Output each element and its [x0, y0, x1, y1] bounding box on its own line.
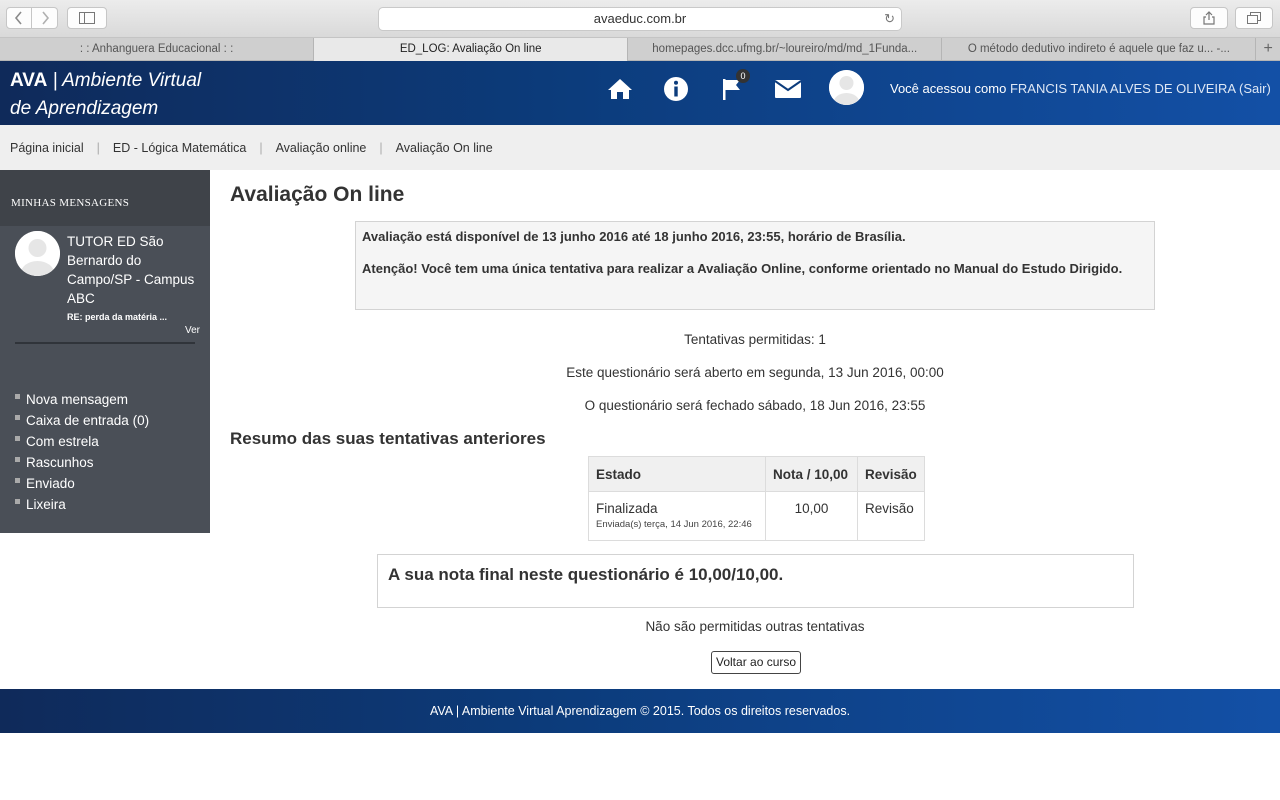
messages-menu: Nova mensagem Caixa de entrada (0) Com e… [15, 389, 149, 515]
final-grade-box: A sua nota final neste questionário é 10… [377, 554, 1134, 608]
menu-trash[interactable]: Lixeira [15, 494, 149, 515]
tabs-icon [1247, 12, 1261, 24]
open-date: Este questionário será aberto em segunda… [566, 365, 944, 380]
nav-buttons [6, 7, 58, 29]
notification-badge: 0 [736, 69, 750, 83]
menu-label: Rascunhos [26, 455, 94, 470]
bullet-icon [15, 499, 20, 504]
review-link[interactable]: Revisão [857, 491, 925, 541]
submitted-date: Enviada(s) terça, 14 Jun 2016, 22:46 [596, 519, 752, 530]
header-icons: 0 [606, 69, 830, 103]
no-more-attempts-text: Não são permitidas outras tentativas [645, 619, 865, 634]
back-button[interactable] [6, 7, 32, 29]
logo-ava: AVA [10, 70, 48, 91]
breadcrumb-course[interactable]: ED - Lógica Matemática [113, 141, 246, 155]
close-date: O questionário será fechado sábado, 18 J… [584, 398, 926, 413]
bullet-icon [15, 457, 20, 462]
user-login-info: Você acessou como FRANCIS TANIA ALVES DE… [890, 81, 1271, 96]
attempts-summary-title: Resumo das suas tentativas anteriores [230, 429, 546, 448]
site-header: AVA | Ambiente Virtual de Aprendizagem 0… [0, 61, 1280, 125]
attempts-allowed: Tentativas permitidas: 1 [684, 332, 826, 347]
bullet-icon [15, 436, 20, 441]
breadcrumb-current[interactable]: Avaliação On line [396, 141, 493, 155]
user-avatar[interactable] [829, 70, 864, 105]
share-button[interactable] [1190, 7, 1228, 29]
breadcrumb-section[interactable]: Avaliação online [276, 141, 367, 155]
menu-starred[interactable]: Com estrela [15, 431, 149, 452]
menu-label: Lixeira [26, 497, 66, 512]
breadcrumb: Página inicial | ED - Lógica Matemática … [0, 125, 1280, 170]
table-header-row: Estado Nota / 10,00 Revisão [588, 456, 925, 492]
tab-homepages-ufmg[interactable]: homepages.dcc.ufmg.br/~loureiro/md/md_1F… [628, 38, 943, 61]
tab-overview-button[interactable] [1235, 7, 1273, 29]
avatar-silhouette-icon [829, 70, 864, 105]
attention-text: Atenção! Você tem uma única tentativa pa… [362, 261, 1123, 276]
sidebar-toggle-button[interactable] [67, 7, 107, 29]
menu-label: Enviado [26, 476, 75, 491]
tab-bar: : : Anhanguera Educacional : : ED_LOG: A… [0, 38, 1280, 61]
address-bar[interactable]: avaeduc.com.br ↻ [378, 7, 902, 31]
logo-line1: | Ambiente Virtual [47, 70, 202, 91]
tab-metodo-dedutivo[interactable]: O método dedutivo indireto é aquele que … [942, 38, 1257, 61]
cell-grade: 10,00 [765, 491, 858, 541]
user-prefix: Você acessou como [890, 81, 1010, 96]
messages-block: MINHAS MENSAGENS TUTOR ED São Bernardo d… [0, 170, 210, 533]
messages-title: MINHAS MENSAGENS [0, 170, 210, 226]
message-sender: TUTOR ED São Bernardo do Campo/SP - Camp… [67, 234, 195, 306]
url-text: avaeduc.com.br [593, 11, 687, 26]
message-entry[interactable]: TUTOR ED São Bernardo do Campo/SP - Camp… [0, 226, 210, 346]
flag-icon[interactable]: 0 [718, 69, 750, 103]
browser-toolbar: avaeduc.com.br ↻ [0, 0, 1280, 38]
bullet-icon [15, 415, 20, 420]
menu-label: Com estrela [26, 434, 99, 449]
site-footer: AVA | Ambiente Virtual Aprendizagem © 20… [0, 689, 1280, 733]
tab-anhanguera[interactable]: : : Anhanguera Educacional : : [0, 38, 315, 61]
attempts-table: Estado Nota / 10,00 Revisão Finalizada E… [588, 456, 925, 541]
availability-info-box: Avaliação está disponível de 13 junho 20… [355, 221, 1155, 310]
site-logo[interactable]: AVA | Ambiente Virtual de Aprendizagem [10, 67, 201, 123]
final-grade-text: A sua nota final neste questionário é 10… [388, 565, 784, 584]
menu-inbox[interactable]: Caixa de entrada (0) [15, 410, 149, 431]
menu-label: Caixa de entrada (0) [26, 413, 150, 428]
forward-button[interactable] [32, 7, 58, 29]
message-divider [15, 342, 195, 344]
reload-icon[interactable]: ↻ [884, 8, 895, 30]
chevron-right-icon [41, 11, 49, 25]
breadcrumb-home[interactable]: Página inicial [10, 141, 84, 155]
info-icon[interactable] [662, 75, 690, 103]
column-header-review: Revisão [857, 456, 925, 492]
logo-line2: de Aprendizagem [10, 98, 159, 119]
back-to-course-button[interactable]: Voltar ao curso [711, 651, 802, 674]
menu-sent[interactable]: Enviado [15, 473, 149, 494]
chevron-left-icon [14, 11, 22, 25]
message-view-link[interactable]: Ver [185, 325, 200, 336]
cell-state: Finalizada Enviada(s) terça, 14 Jun 2016… [588, 491, 766, 541]
sidebar-icon [79, 12, 95, 24]
breadcrumb-separator: | [379, 140, 383, 155]
table-row: Finalizada Enviada(s) terça, 14 Jun 2016… [588, 491, 925, 541]
user-name-link[interactable]: FRANCIS TANIA ALVES DE OLIVEIRA (Sair) [1010, 81, 1271, 96]
page-title: Avaliação On line [230, 183, 405, 206]
state-value: Finalizada [596, 501, 658, 516]
mail-icon[interactable] [774, 75, 802, 103]
availability-text: Avaliação está disponível de 13 junho 20… [362, 229, 906, 244]
menu-drafts[interactable]: Rascunhos [15, 452, 149, 473]
bullet-icon [15, 478, 20, 483]
breadcrumb-separator: | [259, 140, 263, 155]
column-header-state: Estado [588, 456, 766, 492]
menu-label: Nova mensagem [26, 392, 129, 407]
home-icon[interactable] [606, 75, 634, 103]
share-icon [1203, 11, 1215, 25]
bullet-icon [15, 394, 20, 399]
sender-avatar [15, 231, 60, 276]
avatar-silhouette-icon [15, 231, 60, 276]
tab-ed-log[interactable]: ED_LOG: Avaliação On line [314, 38, 629, 61]
column-header-grade: Nota / 10,00 [765, 456, 858, 492]
menu-new-message[interactable]: Nova mensagem [15, 389, 149, 410]
breadcrumb-separator: | [96, 140, 100, 155]
new-tab-button[interactable]: + [1256, 38, 1280, 60]
message-subject: RE: perda da matéria ... [67, 312, 168, 322]
